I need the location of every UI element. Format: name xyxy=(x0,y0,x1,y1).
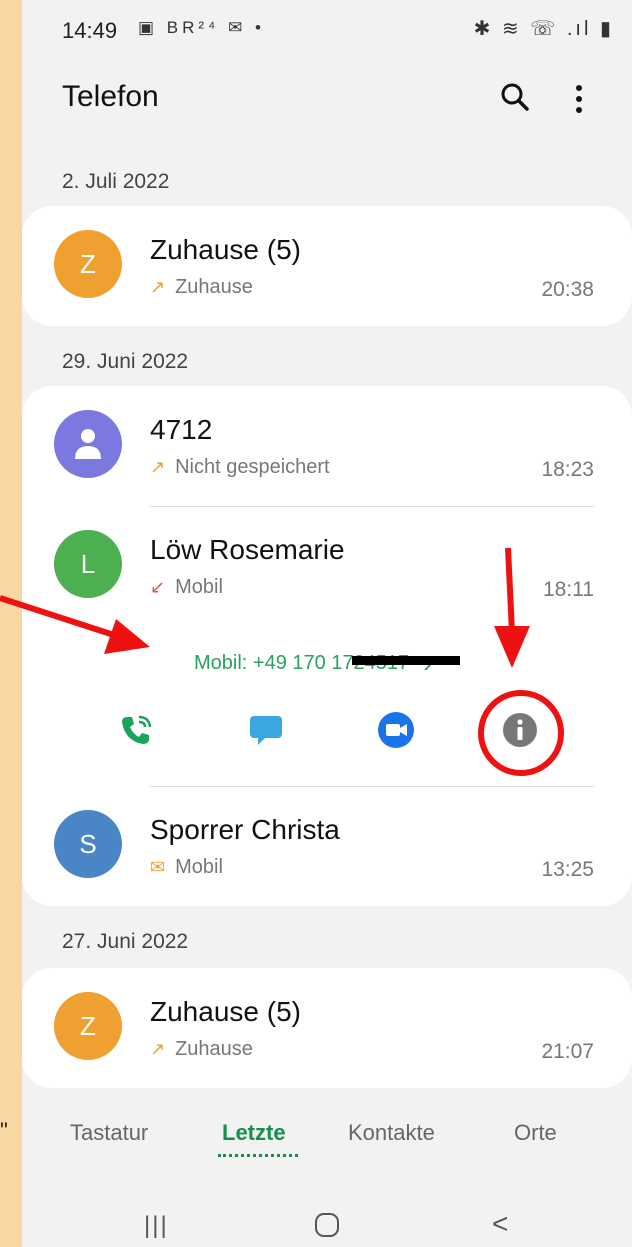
red-arrow-down-icon xyxy=(494,547,530,668)
red-arrow-left-icon xyxy=(0,595,150,654)
red-highlight-circle xyxy=(478,690,564,776)
annotation-overlay xyxy=(0,547,564,776)
